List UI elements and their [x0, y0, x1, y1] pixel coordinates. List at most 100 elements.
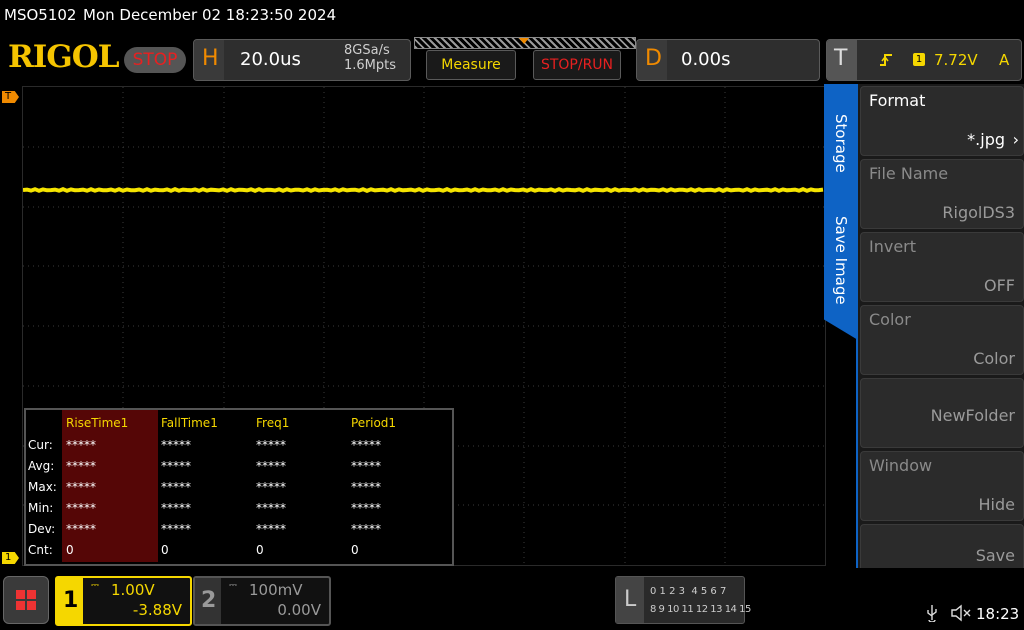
menu-tab-strip: Storage Save Image — [824, 84, 858, 340]
logic-channels-row2: 8 9 10 11 12 13 14 15 — [650, 604, 751, 615]
meas-cell: ***** — [66, 459, 96, 473]
delay-letter: D — [645, 46, 662, 71]
logic-channels-row1: 0 1 2 3 4 5 6 7 — [650, 586, 727, 597]
rigol-logo: RIGOL — [8, 39, 120, 75]
menu-new-folder[interactable]: NewFolder — [860, 378, 1024, 448]
meas-cell: 0 — [161, 543, 169, 557]
menu-color-label: Color — [869, 310, 911, 329]
memory-position-marker — [519, 38, 529, 44]
meas-header: Freq1 — [256, 416, 290, 430]
ch1-trace — [23, 187, 824, 193]
meas-cell: ***** — [351, 438, 381, 452]
logic-analyzer-panel[interactable]: L 0 1 2 3 4 5 6 7 8 9 10 11 12 13 14 15 — [615, 576, 751, 624]
meas-row-label: Cur: — [28, 438, 53, 452]
chevron-right-icon: › — [1012, 130, 1019, 149]
menu-format-label: Format — [869, 91, 926, 110]
menu-window-value: Hide — [978, 495, 1015, 514]
menu-color-value: Color — [973, 349, 1015, 368]
meas-row-label: Dev: — [28, 522, 56, 536]
delay-panel[interactable]: D 0.00s — [636, 39, 820, 81]
menu-save-label: Save — [975, 546, 1015, 565]
grid-menu-icon — [16, 590, 36, 610]
meas-cell: ***** — [256, 459, 286, 473]
model-name: MSO5102 — [4, 6, 77, 24]
menu-invert-label: Invert — [869, 237, 917, 256]
ch2-scale: 100mV — [249, 581, 303, 599]
menu-tab-save-image[interactable]: Save Image — [832, 216, 850, 305]
meas-cell: ***** — [66, 501, 96, 515]
stop-run-button[interactable]: STOP/RUN — [533, 50, 621, 80]
horizontal-panel[interactable]: H 20.0us 8GSa/s 1.6Mpts — [193, 39, 411, 81]
datetime: Mon December 02 18:23:50 2024 — [83, 6, 337, 24]
meas-cell: ***** — [351, 459, 381, 473]
menu-window[interactable]: Window Hide — [860, 451, 1024, 521]
meas-cell: ***** — [351, 501, 381, 515]
dc-coupling-icon: ⎓ — [91, 580, 99, 591]
menu-invert-value: OFF — [984, 276, 1015, 295]
menu-invert[interactable]: Invert OFF — [860, 232, 1024, 302]
ch1-offset: -3.88V — [132, 601, 182, 619]
ch2-offset: 0.00V — [277, 601, 321, 619]
menu-file-name[interactable]: File Name RigolDS3 — [860, 159, 1024, 229]
meas-cell: ***** — [256, 480, 286, 494]
delay-value: 0.00s — [681, 49, 731, 70]
meas-cell: 0 — [351, 543, 359, 557]
trigger-level-marker[interactable]: T — [2, 91, 19, 103]
meas-cell: ***** — [161, 501, 191, 515]
trigger-edge-icon — [880, 54, 892, 66]
menu-tab-storage[interactable]: Storage — [832, 114, 850, 173]
mute-icon[interactable] — [950, 604, 972, 622]
trigger-mode: A — [999, 51, 1010, 69]
meas-header: RiseTime1 — [66, 416, 129, 430]
meas-cell: ***** — [256, 501, 286, 515]
ch1-number: 1 — [63, 588, 79, 613]
menu-window-label: Window — [869, 456, 933, 475]
menu-file-name-label: File Name — [869, 164, 949, 183]
meas-cell: ***** — [161, 522, 191, 536]
usb-icon — [927, 605, 937, 622]
status-line: MSO5102 Mon December 02 18:23:50 2024 — [0, 0, 1024, 34]
meas-cell: ***** — [256, 438, 286, 452]
meas-cell: 0 — [256, 543, 264, 557]
ch1-ground-marker[interactable]: 1 — [2, 552, 19, 564]
meas-row-label: Min: — [28, 501, 54, 515]
menu-file-name-value: RigolDS3 — [942, 203, 1015, 222]
meas-cell: ***** — [66, 522, 96, 536]
meas-row-label: Max: — [28, 480, 57, 494]
menu-new-folder-label: NewFolder — [930, 406, 1015, 425]
ch2-number: 2 — [201, 588, 217, 613]
meas-row-label: Avg: — [28, 459, 55, 473]
memory-depth: 1.6Mpts — [344, 58, 397, 73]
meas-cell: ***** — [161, 459, 191, 473]
trigger-level: 7.72V — [934, 51, 978, 69]
meas-row-label: Cnt: — [28, 543, 53, 557]
measure-button[interactable]: Measure — [426, 50, 516, 80]
ch1-scale: 1.00V — [111, 581, 155, 599]
meas-cell: ***** — [256, 522, 286, 536]
meas-cell: ***** — [66, 438, 96, 452]
ch2-panel[interactable]: 2 ⎓ 100mV 0.00V — [193, 576, 331, 626]
meas-cell: ***** — [161, 438, 191, 452]
system-clock: 18:23 — [976, 605, 1020, 623]
meas-header: Period1 — [351, 416, 397, 430]
run-state-badge[interactable]: STOP — [124, 47, 186, 73]
horizontal-letter: H — [202, 46, 219, 71]
meas-cell: 0 — [66, 543, 74, 557]
meas-cell: ***** — [66, 480, 96, 494]
measurement-table: RiseTime1 FallTime1 Freq1 Period1 Cur: **… — [24, 408, 454, 566]
top-bar: RIGOL STOP H 20.0us 8GSa/s 1.6Mpts Measu… — [0, 34, 1024, 84]
meas-cell: ***** — [351, 522, 381, 536]
trigger-panel[interactable]: T 1 7.72V A — [826, 39, 1022, 81]
meas-header: FallTime1 — [161, 416, 218, 430]
meas-cell: ***** — [351, 480, 381, 494]
ch1-panel[interactable]: 1 ⎓ 1.00V -3.88V — [55, 576, 192, 626]
logic-letter: L — [624, 587, 637, 612]
menu-format[interactable]: Format *.jpg › — [860, 86, 1024, 156]
timebase-value: 20.0us — [240, 49, 301, 70]
meas-cell: ***** — [161, 480, 191, 494]
trigger-source-badge: 1 — [913, 53, 925, 66]
main-menu-button[interactable] — [3, 576, 49, 624]
dc-coupling-icon: ⎓ — [229, 580, 237, 591]
menu-color[interactable]: Color Color — [860, 305, 1024, 375]
menu-format-value: *.jpg — [967, 130, 1005, 149]
